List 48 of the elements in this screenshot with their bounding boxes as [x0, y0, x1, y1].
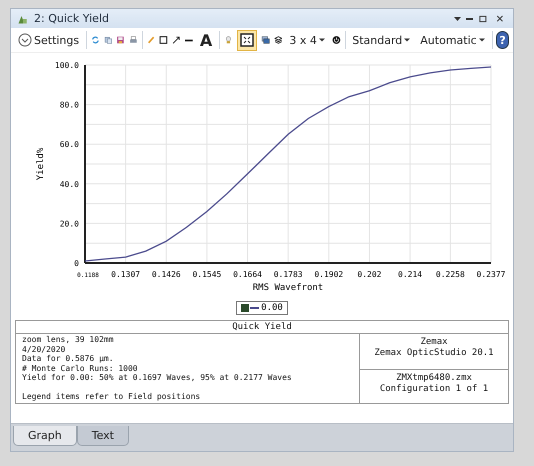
window-title: 2: Quick Yield — [34, 12, 110, 25]
settings-button[interactable]: Settings — [15, 30, 82, 50]
info-line: Yield for 0.00: 50% at 0.1697 Waves, 95% at 0.2177 Waves — [22, 373, 293, 382]
fit-button[interactable] — [236, 30, 257, 50]
x-tick-label: 0.1426 — [152, 270, 181, 279]
x-tick-label: 0.214 — [398, 270, 422, 279]
text-tool-button[interactable]: A — [196, 30, 216, 50]
info-company: Zemax — [419, 337, 449, 348]
x-axis-title: RMS Wavefront — [252, 283, 324, 293]
caret-icon — [478, 38, 485, 42]
mode-dropdown[interactable]: Automatic — [417, 30, 488, 50]
info-line: zoom lens, 39 102mm — [22, 335, 115, 344]
tab[interactable]: Text — [76, 426, 129, 446]
caret-icon — [404, 38, 410, 42]
mode-dropdown[interactable]: Standard — [349, 30, 414, 50]
layout-dropdown[interactable]: 3 x 4 — [286, 30, 328, 50]
help-button[interactable]: ? — [496, 31, 509, 49]
legend-label: 0.00 — [261, 303, 283, 313]
legend-swatch — [241, 304, 260, 312]
x-tick-label: 0.1307 — [111, 270, 140, 279]
info-line: 4/20/2020 — [22, 344, 66, 354]
y-tick-label: 80.0 — [60, 100, 79, 110]
x-tick-label: 0.1902 — [314, 270, 344, 279]
info-title: Quick Yield — [16, 321, 508, 334]
info-file: Configuration 1 of 1 — [378, 384, 490, 395]
y-tick-label: 100.0 — [54, 61, 79, 70]
y-axis-title: Yield% — [36, 148, 46, 180]
x-tick-label: 0.2258 — [436, 270, 465, 279]
info-footer: Legend items refer to Field positions — [22, 392, 353, 402]
info-line: # Monte Carlo Runs: 1000 — [22, 364, 139, 373]
x-tick-label: 0.1664 — [233, 270, 262, 279]
x-tick-label: 0.202 — [357, 270, 382, 279]
y-tick-label: 20.0 — [60, 219, 79, 228]
info-company: Zemax OpticStudio 20.1 — [373, 348, 495, 359]
info-file: ZMXtmp6480.zmx — [395, 373, 473, 384]
minimize-icon — [466, 18, 473, 20]
y-tick-label: 0 — [74, 259, 79, 268]
dropdown-icon — [454, 16, 461, 20]
x-tick-label: 0.1783 — [274, 270, 303, 279]
fit-icon — [240, 33, 254, 47]
y-tick-label: 40.0 — [60, 180, 79, 189]
caret-icon — [318, 38, 325, 42]
x-tick-label: 0.2377 — [476, 270, 506, 279]
chevron-circle-icon — [18, 33, 32, 47]
y-tick-label: 60.0 — [60, 140, 79, 150]
tab[interactable]: Graph — [13, 426, 77, 446]
x-tick-label: 0.1545 — [192, 270, 222, 279]
info-line: Data for 0.5876 µm. — [22, 354, 115, 364]
